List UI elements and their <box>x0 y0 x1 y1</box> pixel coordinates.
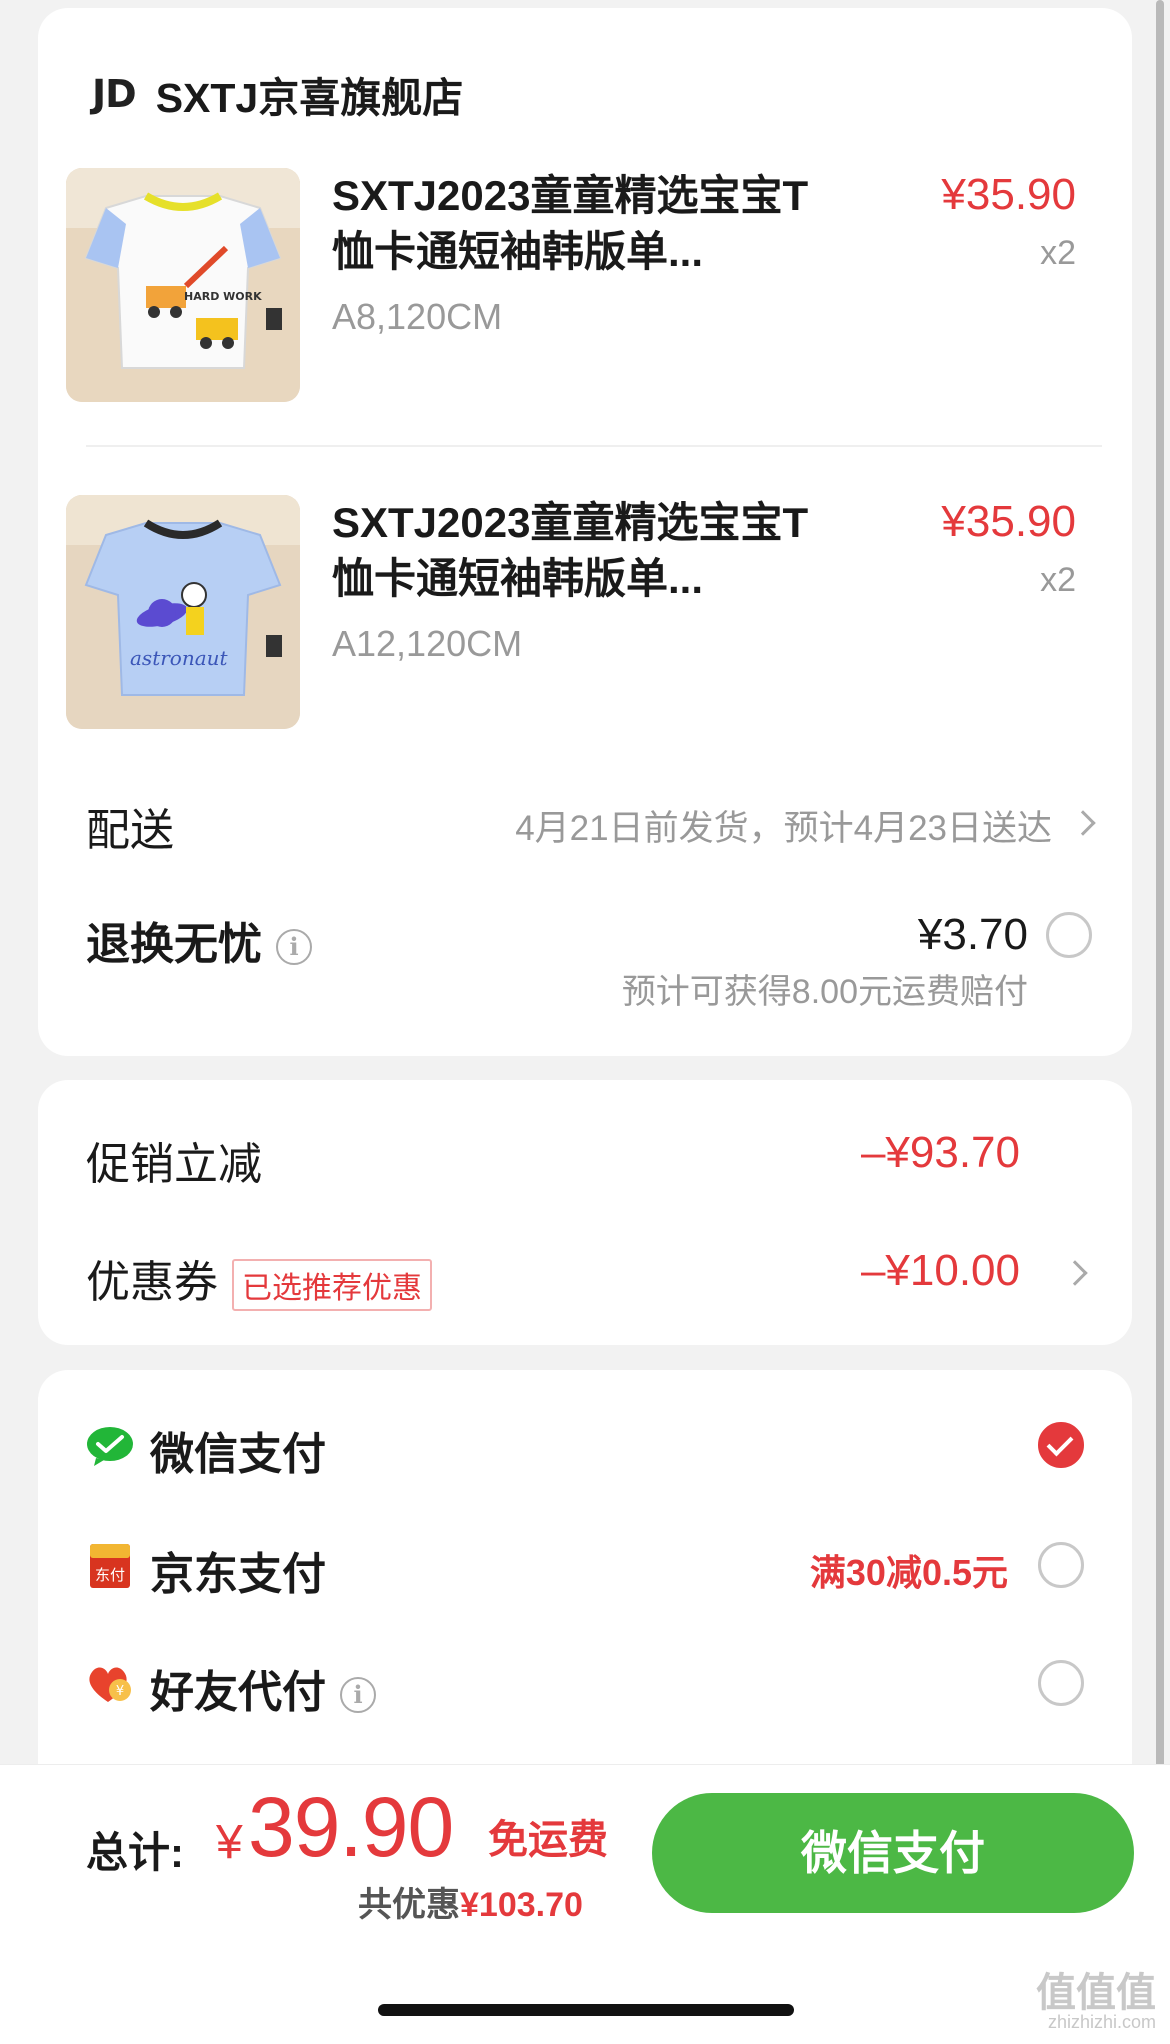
jd-pay-icon: 东付 <box>86 1544 134 1588</box>
coupon-label-text: 优惠券 <box>86 1258 218 1307</box>
store-header[interactable]: JD SXTJ京喜旗舰店 <box>92 64 463 124</box>
product-title[interactable]: SXTJ2023童童精选宝宝T恤卡通短袖韩版单... <box>332 168 832 280</box>
return-insurance-radio[interactable] <box>1046 912 1092 958</box>
total-amount: 39.90 <box>248 1780 454 1874</box>
chevron-right-icon <box>1070 810 1096 836</box>
divider <box>86 445 1102 447</box>
svg-text:¥: ¥ <box>116 1684 124 1699</box>
promotion-row: 促销立减 –¥93.70 <box>86 1122 1084 1192</box>
store-name[interactable]: SXTJ京喜旗舰店 <box>156 64 464 124</box>
return-insurance-label: 退换无忧 i <box>86 908 312 972</box>
savings-amount: ¥103.70 <box>460 1886 583 1924</box>
product-item[interactable]: HARD WORK SXTJ2023童童精选宝宝T恤卡通短袖韩版单... A8,… <box>66 168 1076 408</box>
svg-text:东付: 东付 <box>95 1566 125 1584</box>
payment-label: 京东支付 <box>150 1550 326 1599</box>
jd-logo: JD <box>92 72 137 116</box>
pay-button[interactable]: 微信支付 <box>652 1793 1134 1913</box>
total-currency: ¥ <box>216 1816 243 1869</box>
payment-label: 微信支付 <box>150 1430 326 1479</box>
scrollbar[interactable] <box>1156 0 1164 1918</box>
store-order-card: JD SXTJ京喜旗舰店 HARD WORK SXTJ2023童童精选宝宝T恤卡… <box>38 8 1132 1056</box>
product-spec: A8,120CM <box>332 296 503 337</box>
watermark-url: zhizhizhi.com <box>1047 2012 1156 2032</box>
total-label: 总计: <box>86 1829 184 1876</box>
promotion-amount: –¥93.70 <box>860 1128 1020 1177</box>
checkout-bar: 总计: ¥ 39.90 免运费 共优惠¥103.70 微信支付 <box>0 1764 1170 2044</box>
payment-label-text: 好友代付 <box>150 1668 326 1717</box>
payment-radio[interactable] <box>1038 1542 1084 1588</box>
svg-text:astronaut: astronaut <box>130 646 229 670</box>
promotion-label: 促销立减 <box>86 1140 262 1189</box>
savings-label: 共优惠 <box>358 1886 460 1924</box>
chevron-right-icon <box>1062 1260 1088 1286</box>
product-quantity: x2 <box>1040 561 1076 599</box>
white-tshirt-excavator-thumbnail[interactable]: HARD WORK <box>66 168 300 402</box>
delivery-label: 配送 <box>86 806 174 855</box>
payment-radio-selected[interactable] <box>1038 1422 1084 1468</box>
return-insurance-label-text: 退换无忧 <box>86 920 262 969</box>
product-title[interactable]: SXTJ2023童童精选宝宝T恤卡通短袖韩版单... <box>332 495 832 607</box>
watermark: 值值值 <box>1036 1971 1156 2015</box>
wechat-pay-icon <box>86 1424 134 1468</box>
payment-option-jd[interactable]: 东付 京东支付 满30减0.5元 <box>86 1532 1084 1602</box>
payment-promo: 满30减0.5元 <box>809 1552 1008 1593</box>
free-shipping-label: 免运费 <box>488 1818 608 1862</box>
friend-pay-heart-icon: ¥ <box>86 1662 134 1706</box>
coupon-row[interactable]: 优惠券 已选推荐优惠 –¥10.00 <box>86 1240 1088 1312</box>
coupon-amount: –¥10.00 <box>860 1246 1020 1295</box>
delivery-row[interactable]: 配送 4月21日前发货，预计4月23日送达 <box>86 790 1096 855</box>
info-icon[interactable]: i <box>276 929 312 966</box>
return-insurance-note: 预计可获得8.00元运费赔付 <box>621 973 1028 1011</box>
product-item[interactable]: astronaut SXTJ2023童童精选宝宝T恤卡通短袖韩版单... A12… <box>66 495 1076 735</box>
product-price: ¥35.90 <box>941 170 1076 219</box>
info-icon[interactable]: i <box>340 1677 376 1714</box>
payment-option-friend[interactable]: ¥ 好友代付 i <box>86 1650 1084 1720</box>
payment-label: 好友代付 i <box>150 1656 376 1720</box>
delivery-estimate: 4月21日前发货，预计4月23日送达 <box>515 809 1052 848</box>
coupon-label: 优惠券 已选推荐优惠 <box>86 1246 432 1312</box>
return-insurance-price: ¥3.70 <box>917 910 1028 959</box>
product-spec: A12,120CM <box>332 623 523 664</box>
home-indicator <box>378 2004 794 2016</box>
payment-radio[interactable] <box>1038 1660 1084 1706</box>
svg-text:HARD WORK: HARD WORK <box>184 290 262 303</box>
total-savings: 共优惠¥103.70 <box>358 1877 583 1926</box>
blue-tshirt-astronaut-thumbnail[interactable]: astronaut <box>66 495 300 729</box>
return-insurance-row[interactable]: 退换无忧 i ¥3.70 预计可获得8.00元运费赔付 <box>86 908 1092 1018</box>
coupon-tag: 已选推荐优惠 <box>232 1259 432 1312</box>
payment-option-wechat[interactable]: 微信支付 <box>86 1412 1084 1482</box>
product-price: ¥35.90 <box>941 497 1076 546</box>
product-quantity: x2 <box>1040 234 1076 272</box>
